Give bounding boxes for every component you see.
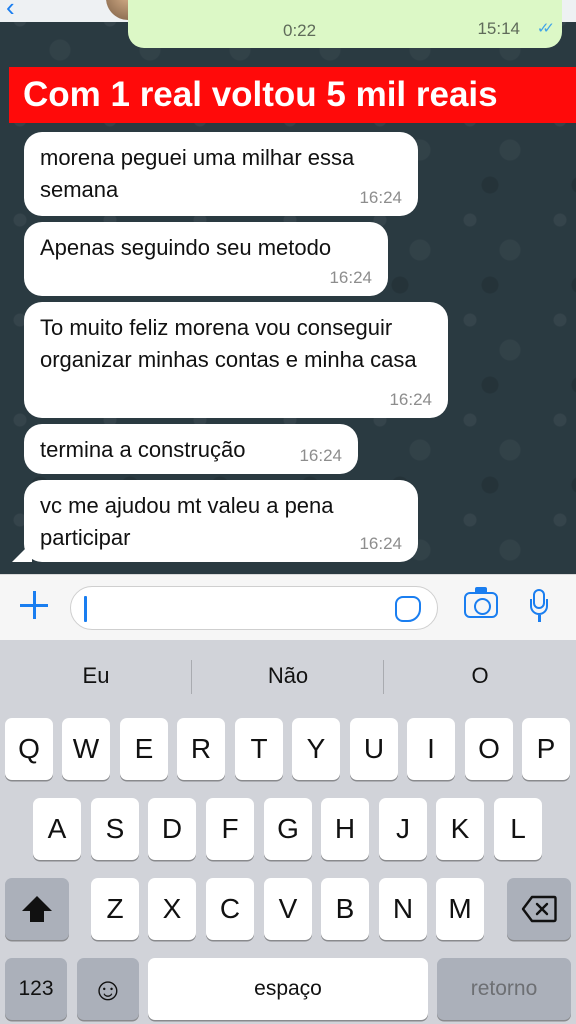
numbers-key[interactable]: 123 <box>5 958 67 1020</box>
text-caret <box>84 596 87 622</box>
message-time: 16:24 <box>389 390 432 409</box>
outgoing-audio-message[interactable]: 0:22 15:14 ✓✓ <box>128 0 562 48</box>
microphone-icon[interactable] <box>530 589 548 623</box>
bubble-tail <box>12 542 32 562</box>
key-w[interactable]: W <box>62 718 110 780</box>
read-receipt-icon: ✓✓ <box>536 20 555 37</box>
key-q[interactable]: Q <box>5 718 53 780</box>
incoming-message[interactable]: Apenas seguindo seu metodo 16:24 <box>24 222 388 296</box>
message-time: 16:24 <box>329 268 372 287</box>
suggestion-item[interactable]: Eu <box>0 640 192 712</box>
message-time: 16:24 <box>359 534 402 553</box>
suggestion-bar: Eu Não O <box>0 640 576 712</box>
key-e[interactable]: E <box>120 718 168 780</box>
key-h[interactable]: H <box>321 798 369 860</box>
key-j[interactable]: J <box>379 798 427 860</box>
key-a[interactable]: A <box>33 798 81 860</box>
key-l[interactable]: L <box>494 798 542 860</box>
delete-key[interactable] <box>507 878 571 940</box>
key-s[interactable]: S <box>91 798 139 860</box>
red-banner: Com 1 real voltou 5 mil reais <box>9 67 576 123</box>
message-text: To muito feliz morena vou conseguir orga… <box>40 315 417 372</box>
return-key[interactable]: retorno <box>437 958 571 1020</box>
backspace-icon <box>521 895 557 923</box>
plus-icon[interactable] <box>18 589 50 621</box>
message-text: Apenas seguindo seu metodo <box>40 235 332 260</box>
key-z[interactable]: Z <box>91 878 139 940</box>
key-c[interactable]: C <box>206 878 254 940</box>
message-text: vc me ajudou mt valeu a pena participar <box>40 493 334 550</box>
emoji-icon: ☺ <box>91 971 125 1007</box>
key-f[interactable]: F <box>206 798 254 860</box>
incoming-message[interactable]: vc me ajudou mt valeu a pena participar … <box>24 480 418 562</box>
shift-key[interactable] <box>5 878 69 940</box>
incoming-message[interactable]: termina a construção 16:24 <box>24 424 358 474</box>
key-v[interactable]: V <box>264 878 312 940</box>
sticker-icon[interactable] <box>395 596 421 622</box>
key-m[interactable]: M <box>436 878 484 940</box>
incoming-message[interactable]: morena peguei uma milhar essa semana 16:… <box>24 132 418 216</box>
key-t[interactable]: T <box>235 718 283 780</box>
message-composer <box>0 574 576 640</box>
keyboard: Eu Não O Q W E R T Y U I O P A S D F G H… <box>0 640 576 1024</box>
message-time: 16:24 <box>359 188 402 207</box>
key-u[interactable]: U <box>350 718 398 780</box>
key-b[interactable]: B <box>321 878 369 940</box>
key-i[interactable]: I <box>407 718 455 780</box>
message-input[interactable] <box>70 586 438 630</box>
emoji-key[interactable]: ☺ <box>77 958 139 1020</box>
key-n[interactable]: N <box>379 878 427 940</box>
key-k[interactable]: K <box>436 798 484 860</box>
key-g[interactable]: G <box>264 798 312 860</box>
back-chevron-icon[interactable]: ‹ <box>6 0 15 22</box>
message-text: termina a construção <box>40 437 246 462</box>
chat-area: ‹ online 0:22 15:14 ✓✓ Com 1 real voltou… <box>0 0 576 574</box>
key-p[interactable]: P <box>522 718 570 780</box>
key-d[interactable]: D <box>148 798 196 860</box>
key-y[interactable]: Y <box>292 718 340 780</box>
message-text: morena peguei uma milhar essa semana <box>40 145 355 202</box>
key-r[interactable]: R <box>177 718 225 780</box>
shift-icon <box>22 896 52 922</box>
incoming-message[interactable]: To muito feliz morena vou conseguir orga… <box>24 302 448 418</box>
camera-icon[interactable] <box>464 587 498 618</box>
message-time: 16:24 <box>299 446 342 465</box>
suggestion-item[interactable]: Não <box>192 640 384 712</box>
key-o[interactable]: O <box>465 718 513 780</box>
key-x[interactable]: X <box>148 878 196 940</box>
space-key[interactable]: espaço <box>148 958 428 1020</box>
message-time: 15:14 <box>477 19 520 38</box>
suggestion-item[interactable]: O <box>384 640 576 712</box>
audio-duration: 0:22 <box>283 21 317 40</box>
